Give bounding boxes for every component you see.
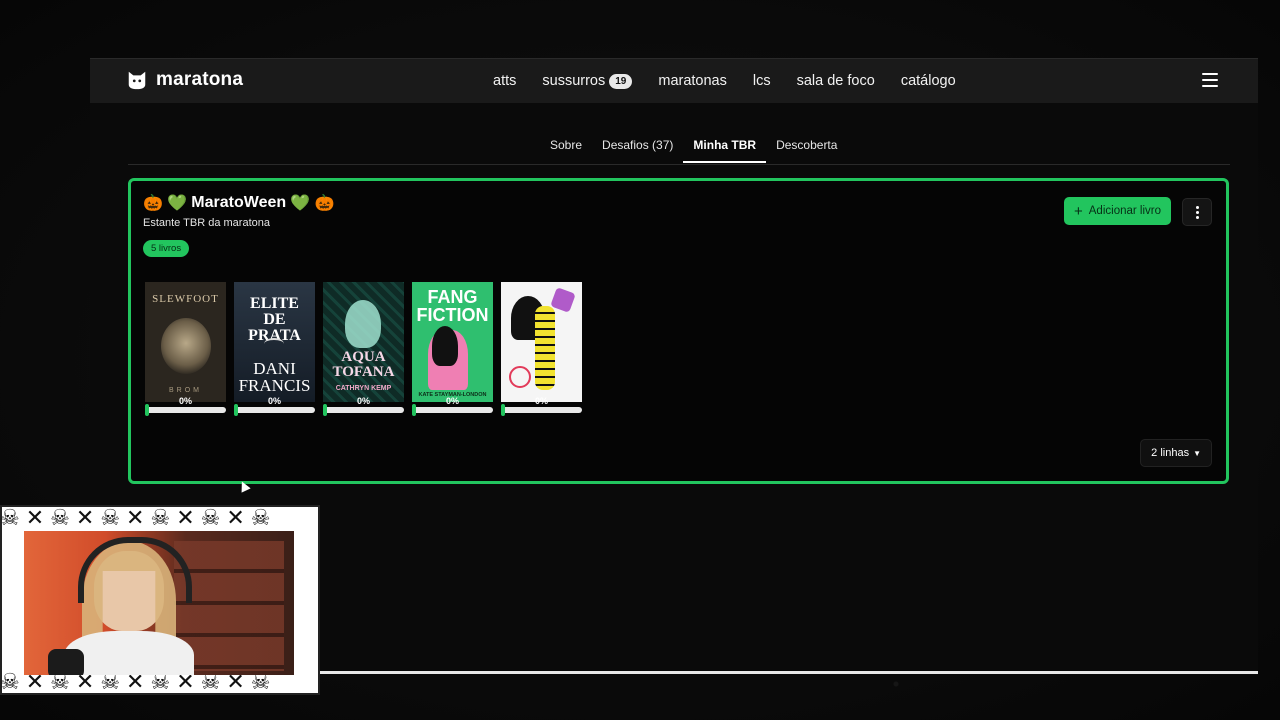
cover-title: AQUA TOFANA (332, 349, 395, 380)
nav-sala-de-foco-label: sala de foco (796, 73, 875, 89)
nav-catalogo-label: catálogo (900, 73, 956, 89)
cover-illustration (550, 287, 576, 313)
microphone-icon (48, 649, 84, 675)
tab-desafios[interactable]: Desafios (37) (592, 135, 683, 162)
cover-illustration (535, 306, 555, 390)
nav-catalogo[interactable]: catálogo (901, 73, 956, 89)
rows-select-value: 2 linhas (1151, 447, 1190, 459)
main-nav: atts sussurros 19 maratonas lcs sala de … (493, 59, 956, 103)
tab-minha-tbr[interactable]: Minha TBR (683, 135, 766, 163)
cover-author: DANI FRANCIS (238, 359, 311, 395)
progress-bar[interactable] (501, 404, 582, 416)
nav-sussurros-label: sussurros (542, 73, 606, 89)
marathon-tabs: Sobre Desafios (37) Minha TBR Descoberta (128, 135, 1230, 165)
bird-icon (264, 338, 284, 350)
webcam-video (24, 531, 294, 675)
cover-title: ELITE DE PRATA (248, 295, 301, 344)
hair-illustration (432, 326, 458, 366)
book-untitled-cover[interactable]: 0% (501, 282, 582, 416)
tab-sobre[interactable]: Sobre (540, 135, 592, 162)
nav-lcs-label: lcs (752, 73, 771, 89)
add-book-button[interactable]: + Adicionar livro (1064, 197, 1171, 225)
nav-maratonas-label: maratonas (658, 73, 727, 89)
progress-bar[interactable] (145, 404, 226, 416)
tab-descoberta[interactable]: Descoberta (766, 135, 847, 162)
top-navbar: maratona atts sussurros 19 maratonas lcs… (90, 59, 1258, 103)
nav-sala-de-foco[interactable]: sala de foco (797, 73, 875, 89)
book-cover (501, 282, 582, 402)
book-cover: FANG FICTION KATE STAYMAN-LONDON (412, 282, 493, 402)
cover-illustration (161, 318, 211, 374)
cover-title: FANG FICTION (416, 287, 489, 325)
progress-bar[interactable] (412, 404, 493, 416)
rows-select[interactable]: 2 linhas ▼ (1140, 439, 1212, 467)
more-options-icon[interactable] (1182, 198, 1212, 226)
cover-author: CATHRYN KEMP (335, 385, 392, 392)
add-book-label: Adicionar livro (1088, 205, 1161, 217)
book-cover: ELITE DE PRATA DANI FRANCIS (234, 282, 315, 402)
book-cover: AQUA TOFANA CATHRYN KEMP (323, 282, 404, 402)
tbr-shelf-card: 🎃 💚 MaratoWeen 💚 🎃 Estante TBR da marato… (128, 178, 1229, 484)
book-cover: SLEWFOOT BROM (145, 282, 226, 402)
book-list: SLEWFOOT BROM 0% ELITE DE PRATA DANI FRA… (145, 282, 582, 416)
pumpkin-heart-emoji-left: 🎃 💚 (143, 195, 188, 212)
hamburger-menu-icon[interactable] (1202, 73, 1218, 87)
nav-lcs[interactable]: lcs (753, 73, 771, 89)
progress-bar[interactable] (234, 404, 315, 416)
book-aqua-tofana[interactable]: AQUA TOFANA CATHRYN KEMP 0% (323, 282, 404, 416)
skull-border-icons: ☠✕☠✕☠✕☠✕☠✕☠ (0, 505, 277, 530)
cover-illustration (509, 366, 531, 388)
pumpkin-heart-emoji-right: 💚 🎃 (290, 195, 335, 212)
chevron-down-icon: ▼ (1193, 448, 1201, 458)
webcam-overlay: ☠✕☠✕☠✕☠✕☠✕☠ ☠✕☠✕☠✕☠✕☠✕☠ (0, 505, 320, 695)
cat-logo-icon (128, 71, 146, 90)
brand-logo[interactable]: maratona (126, 69, 243, 91)
book-elite-de-prata[interactable]: ELITE DE PRATA DANI FRANCIS 0% (234, 282, 315, 416)
shelf-subtitle: Estante TBR da maratona (143, 217, 270, 229)
book-count-badge: 5 livros (143, 240, 190, 257)
brand-name: maratona (156, 69, 244, 90)
book-slewfoot[interactable]: SLEWFOOT BROM 0% (145, 282, 226, 416)
progress-bar[interactable] (323, 404, 404, 416)
progress-percent: 0% (178, 396, 192, 406)
book-fang-fiction[interactable]: FANG FICTION KATE STAYMAN-LONDON 0% (412, 282, 493, 416)
nav-maratonas[interactable]: maratonas (658, 73, 727, 89)
nav-atts-label: atts (493, 73, 517, 89)
progress-percent: 0% (267, 396, 281, 406)
nav-atts[interactable]: atts (493, 73, 516, 89)
sussurros-count-badge: 19 (609, 73, 633, 89)
shelf-title: 🎃 💚 MaratoWeen 💚 🎃 (143, 193, 334, 213)
progress-percent: 0% (356, 396, 370, 406)
skull-bottle-icon (345, 300, 381, 348)
progress-percent: 0% (534, 396, 548, 406)
progress-percent: 0% (445, 396, 459, 406)
shelf-title-text: MaratoWeen (191, 194, 287, 211)
plus-icon: + (1074, 202, 1083, 220)
cover-author: BROM (169, 387, 202, 394)
nav-sussurros[interactable]: sussurros 19 (542, 73, 633, 89)
cover-title: SLEWFOOT (152, 293, 219, 305)
